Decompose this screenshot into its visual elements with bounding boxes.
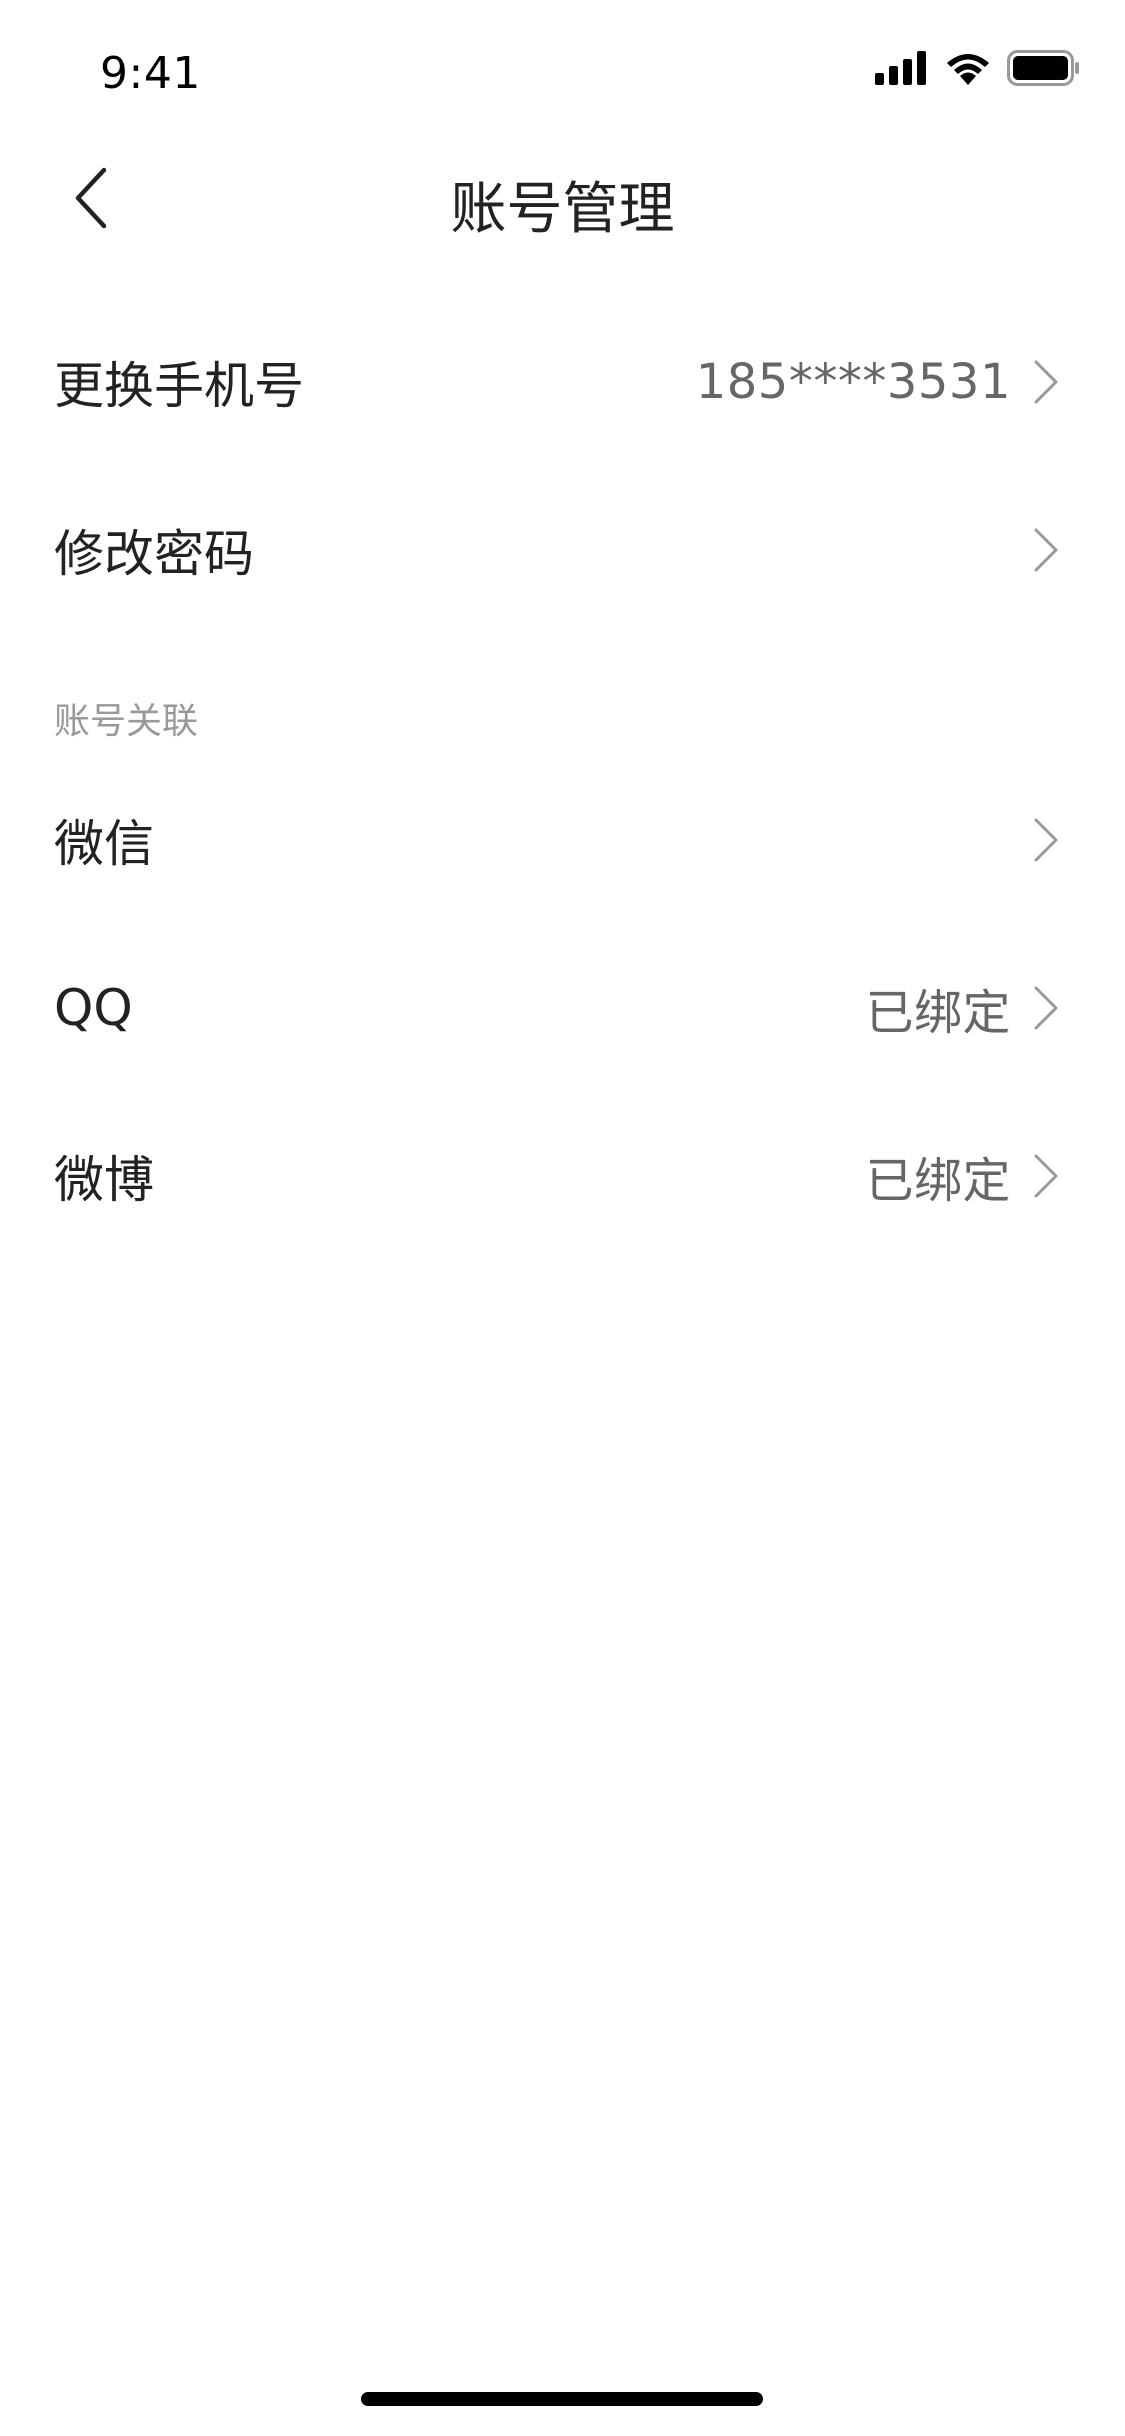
chevron-right-icon (1034, 986, 1058, 1030)
nav-bar: 账号管理 (0, 140, 1125, 260)
weibo-label: 微博 (54, 1151, 154, 1209)
change-password-row[interactable]: 修改密码 (0, 466, 1125, 634)
qq-right: 已绑定 (865, 973, 1059, 1043)
cellular-signal-icon (875, 51, 929, 89)
phone-number-value: 185****3531 (695, 354, 1011, 410)
battery-icon (1007, 50, 1081, 90)
qq-row[interactable]: QQ 已绑定 (0, 924, 1125, 1092)
change-phone-right: 185****3531 (696, 354, 1059, 410)
change-password-label: 修改密码 (54, 525, 254, 583)
page-title: 账号管理 (450, 177, 675, 242)
section-header-linked-accounts: 账号关联 (54, 701, 199, 742)
weibo-status-value: 已绑定 (865, 1153, 1011, 1209)
wifi-icon (945, 51, 991, 89)
change-phone-label: 更换手机号 (54, 357, 304, 415)
qq-label: QQ (54, 979, 133, 1037)
chevron-right-icon (1034, 360, 1058, 404)
status-bar: 9:41 (0, 0, 1125, 140)
qq-status-value: 已绑定 (865, 985, 1011, 1041)
change-phone-row[interactable]: 更换手机号 185****3531 (0, 298, 1125, 466)
wechat-label: 微信 (54, 815, 154, 873)
status-time: 9:41 (100, 48, 201, 99)
chevron-right-icon (1034, 1154, 1058, 1198)
wechat-right (1033, 817, 1059, 863)
wechat-row[interactable]: 微信 (0, 756, 1125, 924)
chevron-right-icon (1034, 818, 1058, 862)
chevron-right-icon (1034, 528, 1058, 572)
change-password-right (1033, 527, 1059, 573)
home-indicator[interactable] (361, 2392, 763, 2406)
weibo-row[interactable]: 微博 已绑定 (0, 1092, 1125, 1260)
weibo-right: 已绑定 (865, 1141, 1059, 1211)
status-icons (875, 50, 1081, 90)
